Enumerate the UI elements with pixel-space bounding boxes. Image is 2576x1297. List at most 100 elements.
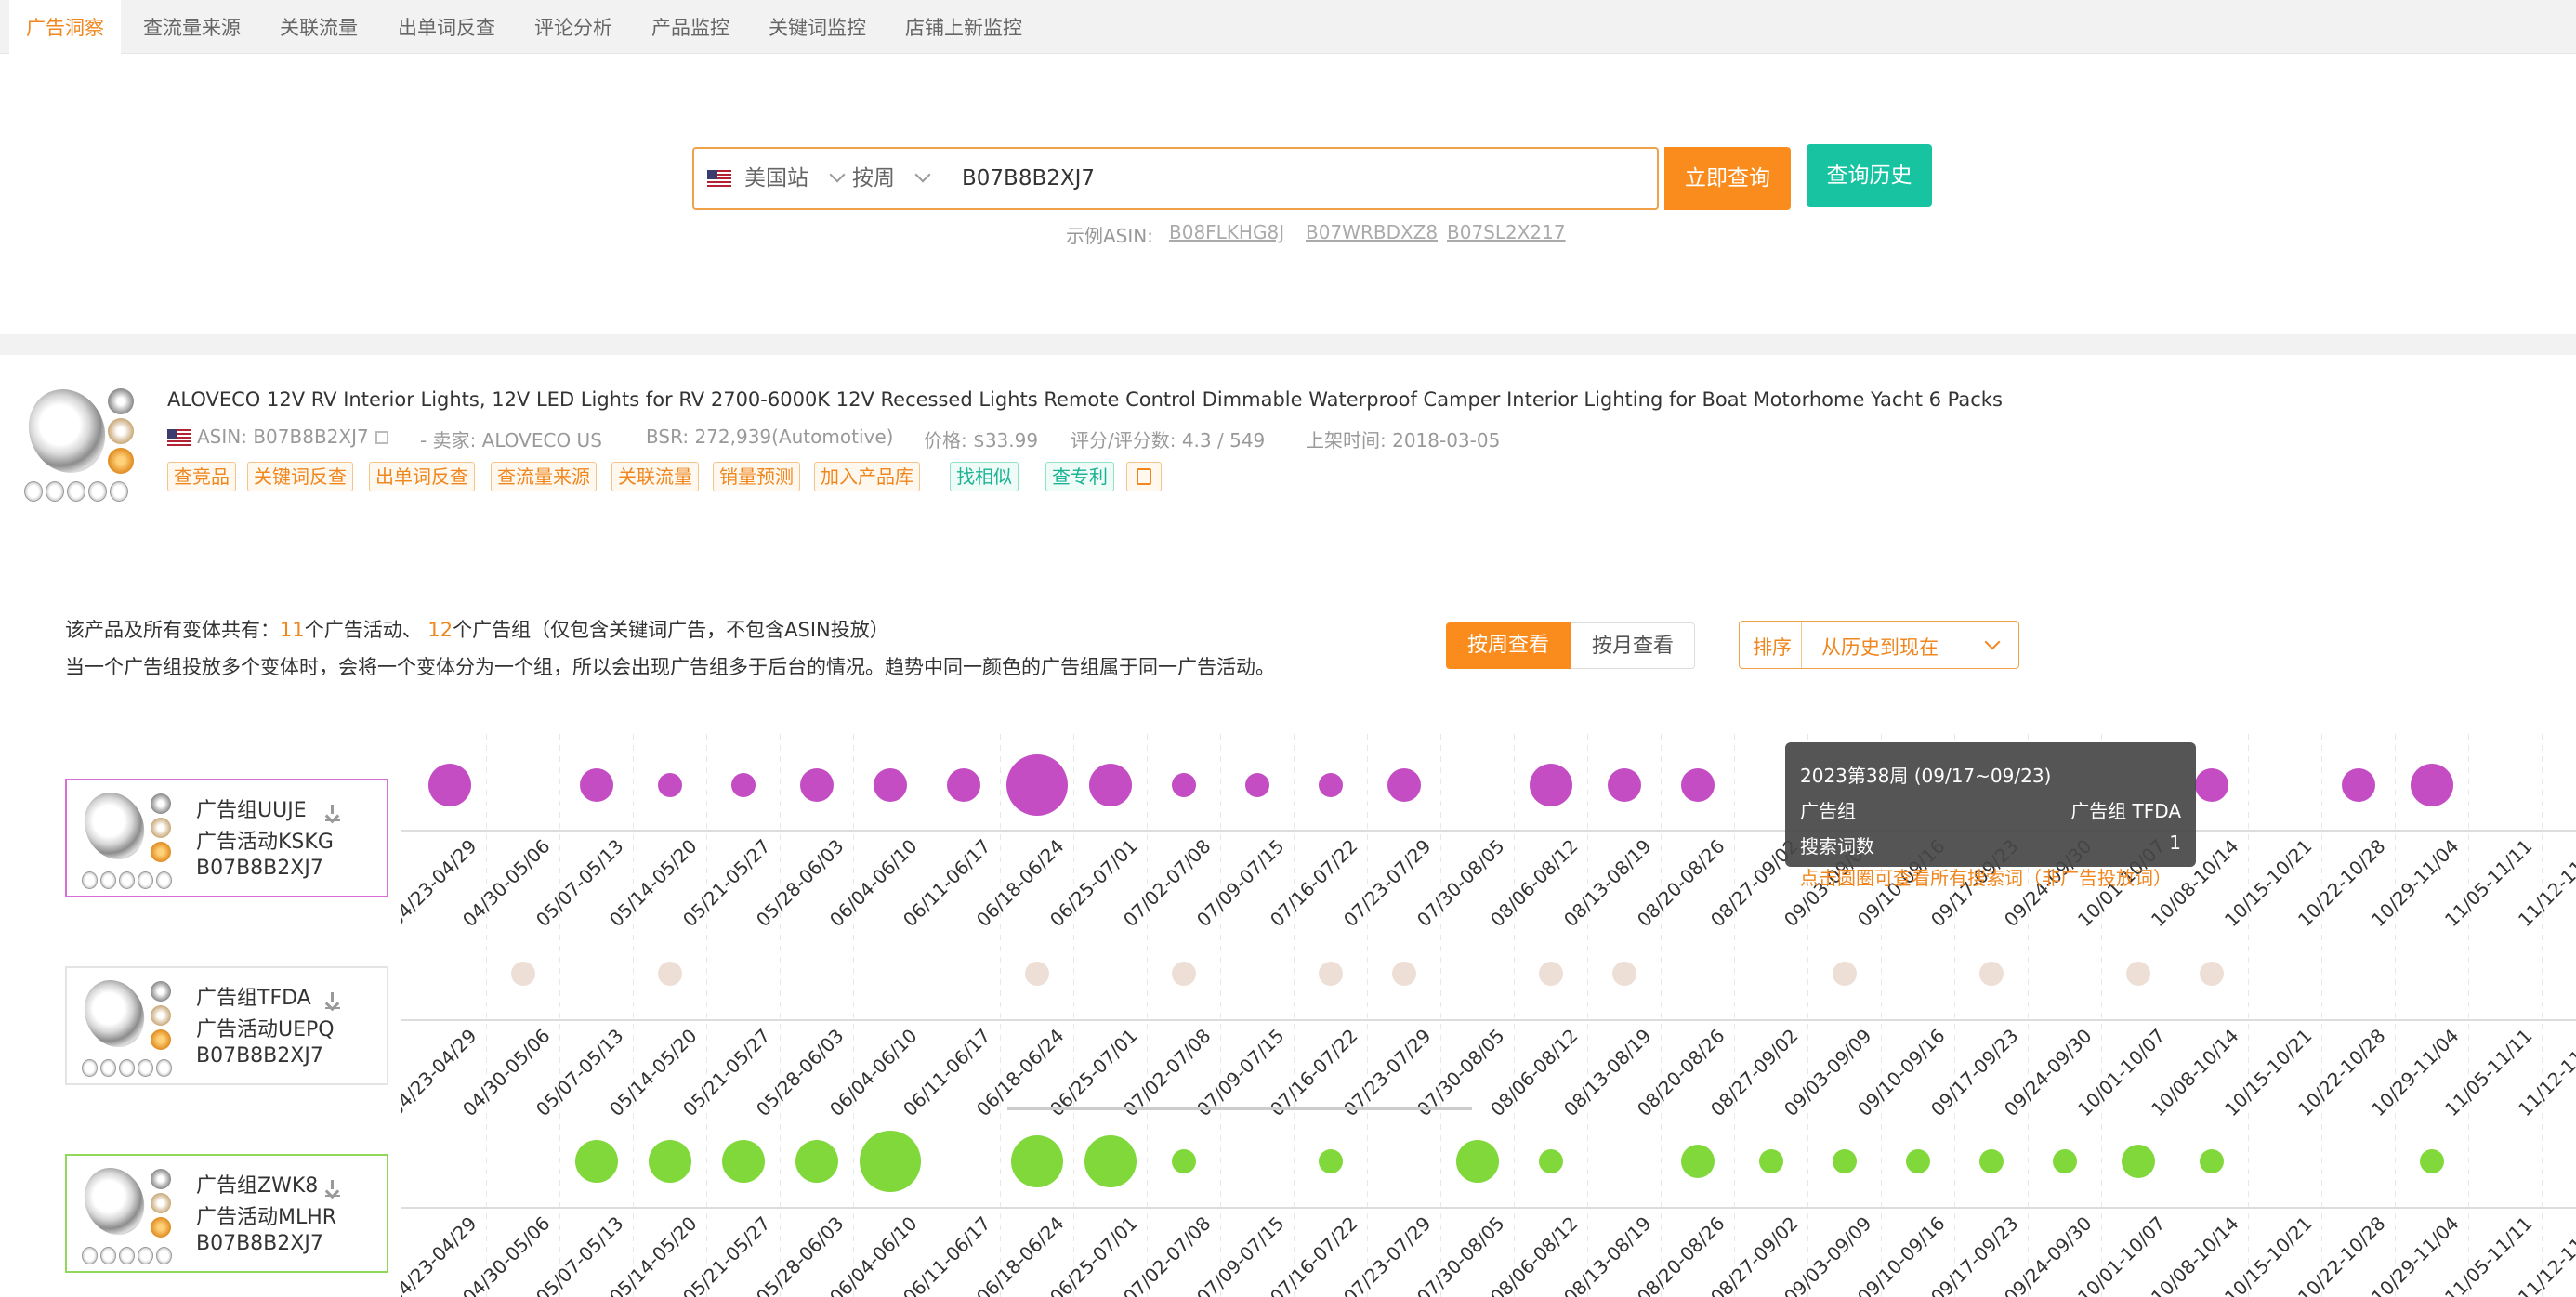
data-point[interactable]	[800, 768, 834, 802]
tooltip-title: 2023第38周 (09/17~09/23)	[1800, 765, 2052, 787]
data-point[interactable]	[658, 773, 682, 797]
data-point[interactable]	[2053, 1149, 2077, 1173]
data-point[interactable]	[1979, 1149, 2004, 1173]
tag-order-keywords[interactable]: 出单词反查	[369, 462, 475, 491]
data-point[interactable]	[1319, 773, 1343, 797]
example-asin-link[interactable]: B07SL2X217	[1447, 221, 1566, 243]
tooltip-link[interactable]: 点击圆圈可查看所有搜索词（非广告投放词）	[1800, 863, 2172, 890]
sort-select[interactable]: 排序 从历史到现在	[1739, 621, 2019, 669]
tab-order-keywords[interactable]: 出单词反查	[398, 0, 495, 54]
data-point[interactable]	[1530, 764, 1572, 806]
data-point[interactable]	[1456, 1140, 1499, 1183]
data-point[interactable]	[795, 1140, 838, 1183]
query-history-button[interactable]: 查询历史	[1807, 144, 1932, 207]
example-asin-link[interactable]: B07WRBDXZ8	[1306, 221, 1438, 243]
product-listed-date: 上架时间: 2018-03-05	[1306, 429, 1501, 452]
data-point[interactable]	[1681, 1145, 1715, 1178]
product-rating: 评分/评分数: 4.3 / 549	[1071, 429, 1266, 452]
example-asin-link[interactable]: B08FLKHG8J	[1169, 221, 1284, 243]
data-point[interactable]	[2126, 962, 2150, 986]
data-point[interactable]	[428, 764, 471, 806]
data-point[interactable]	[1319, 1149, 1343, 1173]
section-divider	[0, 334, 2576, 355]
data-point[interactable]	[2200, 962, 2224, 986]
ad-group-card[interactable]: 广告组ZWK8 广告活动MLHR B07B8B2XJ7	[65, 1154, 388, 1273]
tab-ad-insight[interactable]: 广告洞察	[9, 0, 121, 54]
ad-group-card[interactable]: 广告组TFDA 广告活动UEPQ B07B8B2XJ7	[65, 966, 388, 1085]
tab-traffic-source[interactable]: 查流量来源	[143, 0, 241, 54]
data-point[interactable]	[658, 962, 682, 986]
tag-patent[interactable]: 查专利	[1045, 462, 1114, 491]
data-point[interactable]	[1759, 1149, 1783, 1173]
data-point[interactable]	[1681, 768, 1715, 802]
data-point[interactable]	[1979, 962, 2004, 986]
data-point[interactable]	[947, 768, 980, 802]
campaign-count: 11	[280, 619, 305, 641]
data-point[interactable]	[1172, 962, 1196, 986]
data-point[interactable]	[2200, 1149, 2224, 1173]
tab-related-traffic[interactable]: 关联流量	[280, 0, 358, 54]
tag-find-similar[interactable]: 找相似	[950, 462, 1019, 491]
data-point[interactable]	[722, 1140, 765, 1183]
download-icon[interactable]	[325, 992, 340, 1009]
query-button[interactable]: 立即查询	[1664, 147, 1791, 210]
data-point[interactable]	[1245, 773, 1269, 797]
data-point[interactable]	[1539, 1149, 1563, 1173]
data-point[interactable]	[1084, 1135, 1137, 1187]
data-point[interactable]	[2195, 768, 2228, 802]
tag-related-traffic[interactable]: 关联流量	[611, 462, 699, 491]
data-point[interactable]	[1608, 768, 1641, 802]
product-title[interactable]: ALOVECO 12V RV Interior Lights, 12V LED …	[167, 388, 2003, 411]
us-flag-icon	[707, 170, 731, 187]
data-point[interactable]	[1089, 764, 1132, 806]
tab-product-monitor[interactable]: 产品监控	[651, 0, 729, 54]
tab-review-analysis[interactable]: 评论分析	[534, 0, 612, 54]
product-image[interactable]	[20, 381, 141, 506]
monthly-view-button[interactable]: 按月查看	[1571, 622, 1695, 669]
data-point[interactable]	[1172, 773, 1196, 797]
data-point[interactable]	[2420, 1149, 2444, 1173]
data-point[interactable]	[1392, 962, 1416, 986]
download-icon[interactable]	[325, 1180, 340, 1197]
data-point[interactable]	[1539, 962, 1563, 986]
tag-keyword-reverse[interactable]: 关键词反查	[247, 462, 353, 491]
data-point[interactable]	[575, 1140, 618, 1183]
data-point[interactable]	[2411, 764, 2453, 806]
data-point[interactable]	[1172, 1149, 1196, 1173]
data-point[interactable]	[1006, 754, 1068, 816]
tag-add-to-library[interactable]: 加入产品库	[814, 462, 920, 491]
period-select[interactable]: 按周	[852, 149, 954, 208]
ad-group-card[interactable]: 广告组UUJE 广告活动KSKG B07B8B2XJ7	[65, 779, 388, 897]
data-point[interactable]	[511, 962, 535, 986]
tab-keyword-monitor[interactable]: 关键词监控	[769, 0, 866, 54]
data-point[interactable]	[2342, 768, 2375, 802]
data-point[interactable]	[2122, 1145, 2155, 1178]
ad-group-name: 广告组UUJE	[196, 799, 307, 822]
chart-scrollbar[interactable]	[1007, 1107, 1472, 1110]
data-point[interactable]	[1906, 1149, 1930, 1173]
data-point[interactable]	[860, 1131, 921, 1192]
site-select[interactable]: 美国站	[707, 149, 847, 208]
data-point[interactable]	[580, 768, 613, 802]
data-point[interactable]	[649, 1140, 691, 1183]
data-point[interactable]	[1833, 1149, 1857, 1173]
data-point[interactable]	[1319, 962, 1343, 986]
data-point[interactable]	[1387, 768, 1421, 802]
tag-sales-forecast[interactable]: 销量预测	[713, 462, 800, 491]
weekly-view-button[interactable]: 按周查看	[1446, 622, 1571, 669]
asin-search-input[interactable]: B07B8B2XJ7	[962, 149, 1612, 208]
external-link-icon[interactable]	[375, 431, 388, 444]
data-point[interactable]	[731, 773, 756, 797]
calculator-icon[interactable]	[1126, 462, 1162, 491]
download-icon[interactable]	[325, 805, 340, 821]
tag-traffic-source[interactable]: 查流量来源	[491, 462, 597, 491]
data-point[interactable]	[1612, 962, 1636, 986]
tooltip-keyword-value: 1	[2169, 832, 2181, 854]
group-count: 12	[427, 619, 453, 641]
data-point[interactable]	[874, 768, 907, 802]
tag-competitors[interactable]: 查竞品	[167, 462, 236, 491]
tab-store-monitor[interactable]: 店铺上新监控	[905, 0, 1022, 54]
data-point[interactable]	[1025, 962, 1049, 986]
data-point[interactable]	[1833, 962, 1857, 986]
data-point[interactable]	[1011, 1135, 1063, 1187]
